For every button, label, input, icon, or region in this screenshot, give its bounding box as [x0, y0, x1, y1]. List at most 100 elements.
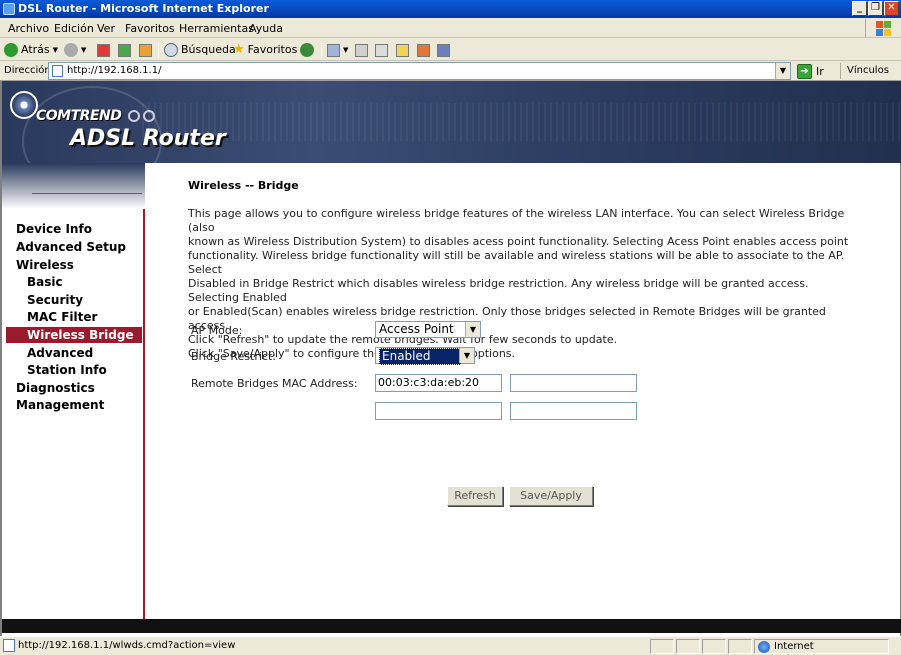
remote-bridge-mac-input-1[interactable]: 00:03:c3:da:eb:20: [375, 374, 502, 392]
sidebar-item-diagnostics[interactable]: Diagnostics: [6, 380, 142, 396]
ap-mode-select[interactable]: Access Point ▼: [375, 321, 481, 338]
address-input[interactable]: http://192.168.1.1/ ▼: [48, 62, 791, 80]
zone-label: Internet: [774, 641, 814, 652]
sidebar-item-advanced-setup[interactable]: Advanced Setup: [6, 239, 142, 255]
page-icon: [3, 639, 15, 652]
status-panel: [676, 639, 700, 654]
router-banner: COMTREND ADSL Router: [2, 81, 901, 196]
description-line: Click "Save/Apply" to configure the wire…: [188, 347, 516, 360]
chevron-down-icon: ▼: [343, 46, 349, 54]
print-button[interactable]: [355, 42, 368, 58]
status-panel: [702, 639, 726, 654]
page-description: This page allows you to configure wirele…: [188, 207, 856, 361]
ap-mode-value: Access Point: [379, 322, 454, 336]
menu-ver[interactable]: Ver: [97, 22, 115, 35]
chevron-down-icon: ▼: [52, 46, 59, 54]
status-panel: [728, 639, 752, 654]
minimize-button[interactable]: _: [852, 1, 867, 16]
description-line: or Enabled(Scan) enables wireless bridge…: [188, 305, 826, 332]
banner-decoration: [142, 103, 901, 141]
forward-button[interactable]: ▼: [64, 42, 86, 58]
toolbar-separator: [158, 43, 159, 58]
back-button[interactable]: Atrás ▼: [4, 42, 58, 58]
refresh-button[interactable]: Refresh: [447, 486, 503, 506]
sidebar-item-mac-filter[interactable]: MAC Filter: [6, 309, 142, 325]
remote-bridges-label: Remote Bridges MAC Address:: [191, 377, 358, 390]
research-icon: [437, 43, 450, 57]
sidebar-item-wireless[interactable]: Wireless: [6, 257, 142, 273]
chevron-down-icon[interactable]: ▼: [775, 63, 790, 79]
home-icon: [139, 43, 152, 57]
chevron-down-icon: ▼: [81, 46, 87, 54]
sidebar-header-decoration: [2, 163, 145, 209]
bridge-restrict-value: Enabled: [379, 348, 461, 365]
sidebar-item-wireless-bridge[interactable]: Wireless Bridge: [6, 327, 142, 343]
sidebar-item-basic[interactable]: Basic: [6, 274, 142, 290]
standard-toolbar: Atrás ▼ ▼ Búsqueda ★ Favoritos ▼: [0, 39, 901, 61]
home-button[interactable]: [139, 42, 152, 58]
restore-button[interactable]: ❐: [868, 1, 883, 16]
title-bar: DSL Router - Microsoft Internet Explorer…: [0, 0, 901, 18]
remote-bridge-mac-input-3[interactable]: [375, 402, 502, 420]
description-line: Click "Refresh" to update the remote bri…: [188, 333, 618, 346]
stop-button[interactable]: [97, 42, 110, 58]
save-apply-button[interactable]: Save/Apply: [509, 486, 593, 506]
logo-ring: [143, 110, 155, 122]
remote-bridge-mac-input-4[interactable]: [510, 402, 637, 420]
research-button[interactable]: [437, 42, 450, 58]
description-line: Disabled in Bridge Restrict which disabl…: [188, 277, 809, 304]
forward-arrow-icon: [64, 43, 78, 57]
menu-favoritos[interactable]: Favoritos: [125, 22, 175, 35]
star-icon: ★: [233, 42, 245, 57]
close-button[interactable]: ✕: [884, 1, 899, 16]
address-url: http://192.168.1.1/: [67, 65, 162, 76]
chevron-down-icon: ▼: [459, 348, 474, 363]
description-line: This page allows you to configure wirele…: [188, 207, 845, 234]
page-icon: [52, 65, 63, 77]
menu-bar: Archivo Edición Ver Favoritos Herramient…: [0, 18, 901, 38]
sidebar-item-management[interactable]: Management: [6, 397, 142, 413]
mail-button[interactable]: ▼: [327, 42, 348, 58]
address-bar: Dirección http://192.168.1.1/ ▼ ➔ Ir Vín…: [0, 61, 901, 81]
refresh-icon: [118, 43, 131, 57]
folder-icon: [396, 43, 409, 57]
back-arrow-icon: [4, 43, 18, 57]
status-bar: http://192.168.1.1/wlwds.cmd?action=view…: [0, 636, 901, 655]
refresh-button[interactable]: [118, 42, 131, 58]
windows-logo-icon: [865, 19, 895, 37]
favorites-button[interactable]: ★ Favoritos: [233, 42, 297, 58]
status-text: http://192.168.1.1/wlwds.cmd?action=view: [18, 640, 236, 651]
window-title: DSL Router - Microsoft Internet Explorer: [18, 2, 269, 15]
go-label: Ir: [816, 64, 824, 78]
page-footer-bar: [2, 619, 901, 633]
search-icon: [164, 43, 178, 57]
edit-button[interactable]: [375, 42, 388, 58]
messenger-button[interactable]: [417, 42, 430, 58]
banner-decoration: [32, 193, 142, 194]
menu-ayuda[interactable]: Ayuda: [249, 22, 283, 35]
links-button[interactable]: Vínculos: [840, 63, 889, 79]
description-line: known as Wireless Distribution System) t…: [188, 235, 849, 248]
go-arrow-icon: ➔: [797, 63, 812, 79]
folder-button[interactable]: [396, 42, 409, 58]
page-viewport: COMTREND ADSL Router Device Info Advance…: [0, 81, 901, 636]
logo-ring: [128, 110, 140, 122]
browser-window: DSL Router - Microsoft Internet Explorer…: [0, 0, 901, 655]
description-line: functionality. Wireless bridge functiona…: [188, 249, 845, 276]
go-button[interactable]: ➔ Ir: [797, 63, 824, 79]
sidebar-item-advanced[interactable]: Advanced: [6, 345, 142, 361]
bridge-restrict-select[interactable]: Enabled ▼: [375, 347, 475, 365]
sidebar-item-device-info[interactable]: Device Info: [6, 221, 142, 237]
menu-herramientas[interactable]: Herramientas: [179, 22, 254, 35]
sidebar-item-station-info[interactable]: Station Info: [6, 362, 142, 378]
remote-bridge-mac-input-2[interactable]: [510, 374, 637, 392]
search-label: Búsqueda: [181, 43, 236, 56]
print-icon: [355, 43, 368, 57]
menu-archivo[interactable]: Archivo: [8, 22, 49, 35]
mail-icon: [327, 43, 340, 57]
bridge-restrict-label: Bridge Restrict:: [191, 350, 276, 363]
menu-edicion[interactable]: Edición: [54, 22, 94, 35]
sidebar-item-security[interactable]: Security: [6, 292, 142, 308]
history-button[interactable]: [300, 42, 314, 58]
search-button[interactable]: Búsqueda: [164, 42, 236, 58]
